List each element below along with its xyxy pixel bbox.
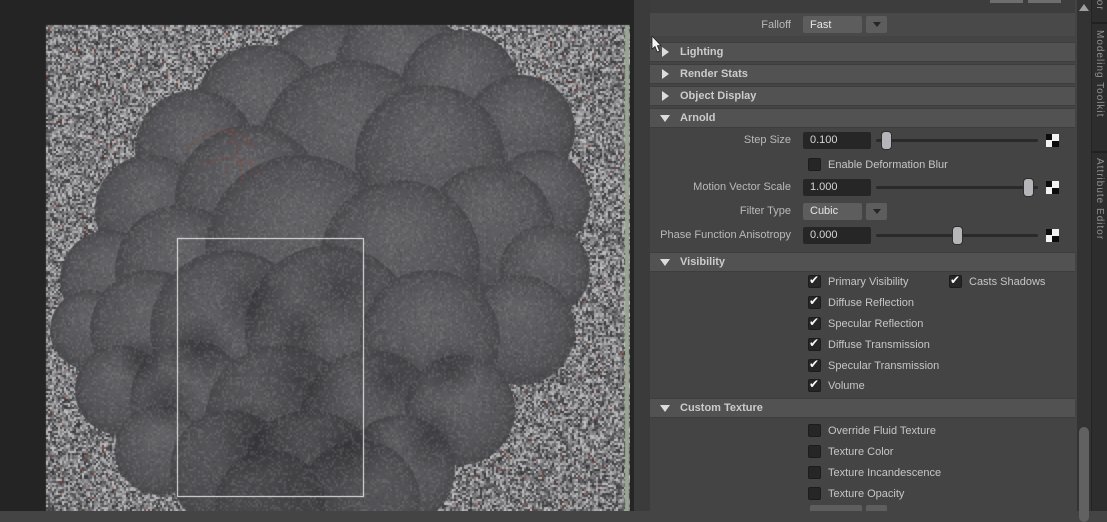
checkbox-label: Diffuse Transmission <box>828 338 930 351</box>
slider-handle[interactable] <box>882 131 891 149</box>
specular-reflection-checkrow[interactable]: Specular Reflection <box>808 315 924 331</box>
filter-type-dropdown-arrow-button[interactable] <box>866 202 887 220</box>
section-title: Object Display <box>680 90 757 102</box>
section-title: Custom Texture <box>680 402 763 414</box>
phase-function-slider[interactable] <box>876 226 1038 244</box>
texture-map-button[interactable] <box>1046 133 1059 147</box>
tab-divider <box>1092 151 1107 153</box>
motion-vector-scale-row: Motion Vector Scale 1.000 <box>650 178 1075 196</box>
attribute-editor-panel: Falloff Fast Lighting Render Stats Objec… <box>650 0 1075 511</box>
clipped-control-top <box>990 0 1023 3</box>
chevron-down-icon <box>872 208 881 214</box>
side-tab-strip: tor Modeling Toolkit Attribute Editor <box>1091 0 1107 511</box>
step-size-row: Step Size 0.100 <box>650 131 1075 149</box>
clipped-dropdown[interactable] <box>810 505 862 511</box>
section-title: Lighting <box>680 46 724 58</box>
section-title: Arnold <box>680 112 716 124</box>
checkbox-label: Texture Incandescence <box>828 466 942 479</box>
step-size-slider[interactable] <box>876 131 1038 149</box>
deformation-blur-checkrow[interactable]: Enable Deformation Blur <box>808 157 948 172</box>
collapse-down-icon <box>660 258 670 266</box>
section-title: Render Stats <box>680 68 748 80</box>
texture-map-button[interactable] <box>1046 228 1059 242</box>
texture-opacity-checkrow[interactable]: Texture Opacity <box>808 486 904 501</box>
checkbox[interactable] <box>808 445 821 458</box>
phase-function-input[interactable]: 0.000 <box>803 226 871 244</box>
checkbox-label: Texture Color <box>828 445 894 458</box>
step-size-label: Step Size <box>743 134 791 146</box>
arrow-up-icon <box>1079 4 1089 11</box>
phase-function-label: Phase Function Anisotropy <box>660 229 791 241</box>
expand-right-icon <box>661 91 669 101</box>
checkbox-label: Volume <box>828 379 865 392</box>
slider-handle[interactable] <box>1024 178 1033 196</box>
slider-handle[interactable] <box>953 226 962 244</box>
texture-map-button[interactable] <box>1046 180 1059 194</box>
section-header-visibility[interactable]: Visibility <box>650 252 1075 272</box>
tab-divider <box>1092 22 1107 24</box>
filter-type-dropdown[interactable]: Cubic <box>803 202 862 220</box>
section-header-render-stats[interactable]: Render Stats <box>650 64 1075 84</box>
motion-vector-scale-input[interactable]: 1.000 <box>803 178 871 196</box>
step-size-input[interactable]: 0.100 <box>803 131 871 149</box>
diffuse-transmission-checkrow[interactable]: Diffuse Transmission <box>808 336 930 352</box>
override-fluid-texture-checkrow[interactable]: Override Fluid Texture <box>808 423 936 438</box>
tab-attribute-editor[interactable]: Attribute Editor <box>1094 158 1105 240</box>
motion-vector-scale-slider[interactable] <box>876 178 1038 196</box>
checkbox[interactable] <box>808 294 821 309</box>
texture-color-checkrow[interactable]: Texture Color <box>808 444 893 459</box>
checkbox[interactable] <box>808 357 821 372</box>
clipped-control-top <box>1028 0 1061 3</box>
texture-incandescence-checkrow[interactable]: Texture Incandescence <box>808 465 941 480</box>
tab-clipped-fragment[interactable]: tor <box>1094 0 1105 11</box>
volume-checkrow[interactable]: Volume <box>808 377 865 393</box>
checkbox[interactable] <box>808 273 821 288</box>
scrollbar-up-button[interactable] <box>1078 4 1090 16</box>
checkbox-label: Specular Reflection <box>828 317 924 330</box>
checkbox[interactable] <box>808 336 821 351</box>
checkbox[interactable] <box>808 466 821 479</box>
checkbox-label: Casts Shadows <box>969 275 1046 288</box>
checkbox-label: Primary Visibility <box>828 275 909 288</box>
checkbox[interactable] <box>949 273 962 288</box>
section-header-object-display[interactable]: Object Display <box>650 86 1075 106</box>
collapse-down-icon <box>660 404 670 412</box>
specular-transmission-checkrow[interactable]: Specular Transmission <box>808 357 940 373</box>
section-title: Visibility <box>680 256 726 268</box>
checkbox[interactable] <box>808 158 821 171</box>
checkbox-label: Enable Deformation Blur <box>828 158 948 171</box>
primary-visibility-checkrow[interactable]: Primary Visibility <box>808 273 909 289</box>
checkbox[interactable] <box>808 424 821 437</box>
pane-divider[interactable] <box>630 0 650 511</box>
falloff-dropdown-arrow-button[interactable] <box>866 16 887 33</box>
clipped-dropdown-arrow-button[interactable] <box>866 505 887 511</box>
mouse-cursor <box>651 36 662 53</box>
checkbox[interactable] <box>808 315 821 330</box>
checkbox-label: Texture Opacity <box>828 487 905 500</box>
filter-type-label: Filter Type <box>739 205 791 217</box>
render-viewport[interactable] <box>0 0 630 511</box>
diffuse-reflection-checkrow[interactable]: Diffuse Reflection <box>808 294 915 310</box>
tab-modeling-toolkit[interactable]: Modeling Toolkit <box>1094 30 1105 118</box>
section-header-lighting[interactable]: Lighting <box>650 42 1075 62</box>
section-header-custom-texture[interactable]: Custom Texture <box>650 398 1075 418</box>
motion-vector-scale-label: Motion Vector Scale <box>693 181 791 193</box>
checkbox[interactable] <box>808 377 821 392</box>
phase-function-row: Phase Function Anisotropy 0.000 <box>650 226 1075 244</box>
scrollbar-thumb[interactable] <box>1079 427 1089 522</box>
casts-shadows-checkrow[interactable]: Casts Shadows <box>949 273 1046 289</box>
falloff-dropdown[interactable]: Fast <box>803 16 862 33</box>
checkbox-label: Override Fluid Texture <box>828 424 937 437</box>
filter-type-row: Filter Type Cubic <box>650 202 1075 220</box>
expand-right-icon <box>661 69 669 79</box>
falloff-row: Falloff Fast <box>650 13 1075 36</box>
checkbox-label: Diffuse Reflection <box>828 296 915 309</box>
checkbox-label: Specular Transmission <box>828 359 940 372</box>
falloff-label: Falloff <box>761 18 791 31</box>
section-header-arnold[interactable]: Arnold <box>650 108 1075 128</box>
checkbox[interactable] <box>808 487 821 500</box>
collapse-down-icon <box>660 114 670 122</box>
chevron-down-icon <box>872 22 881 27</box>
